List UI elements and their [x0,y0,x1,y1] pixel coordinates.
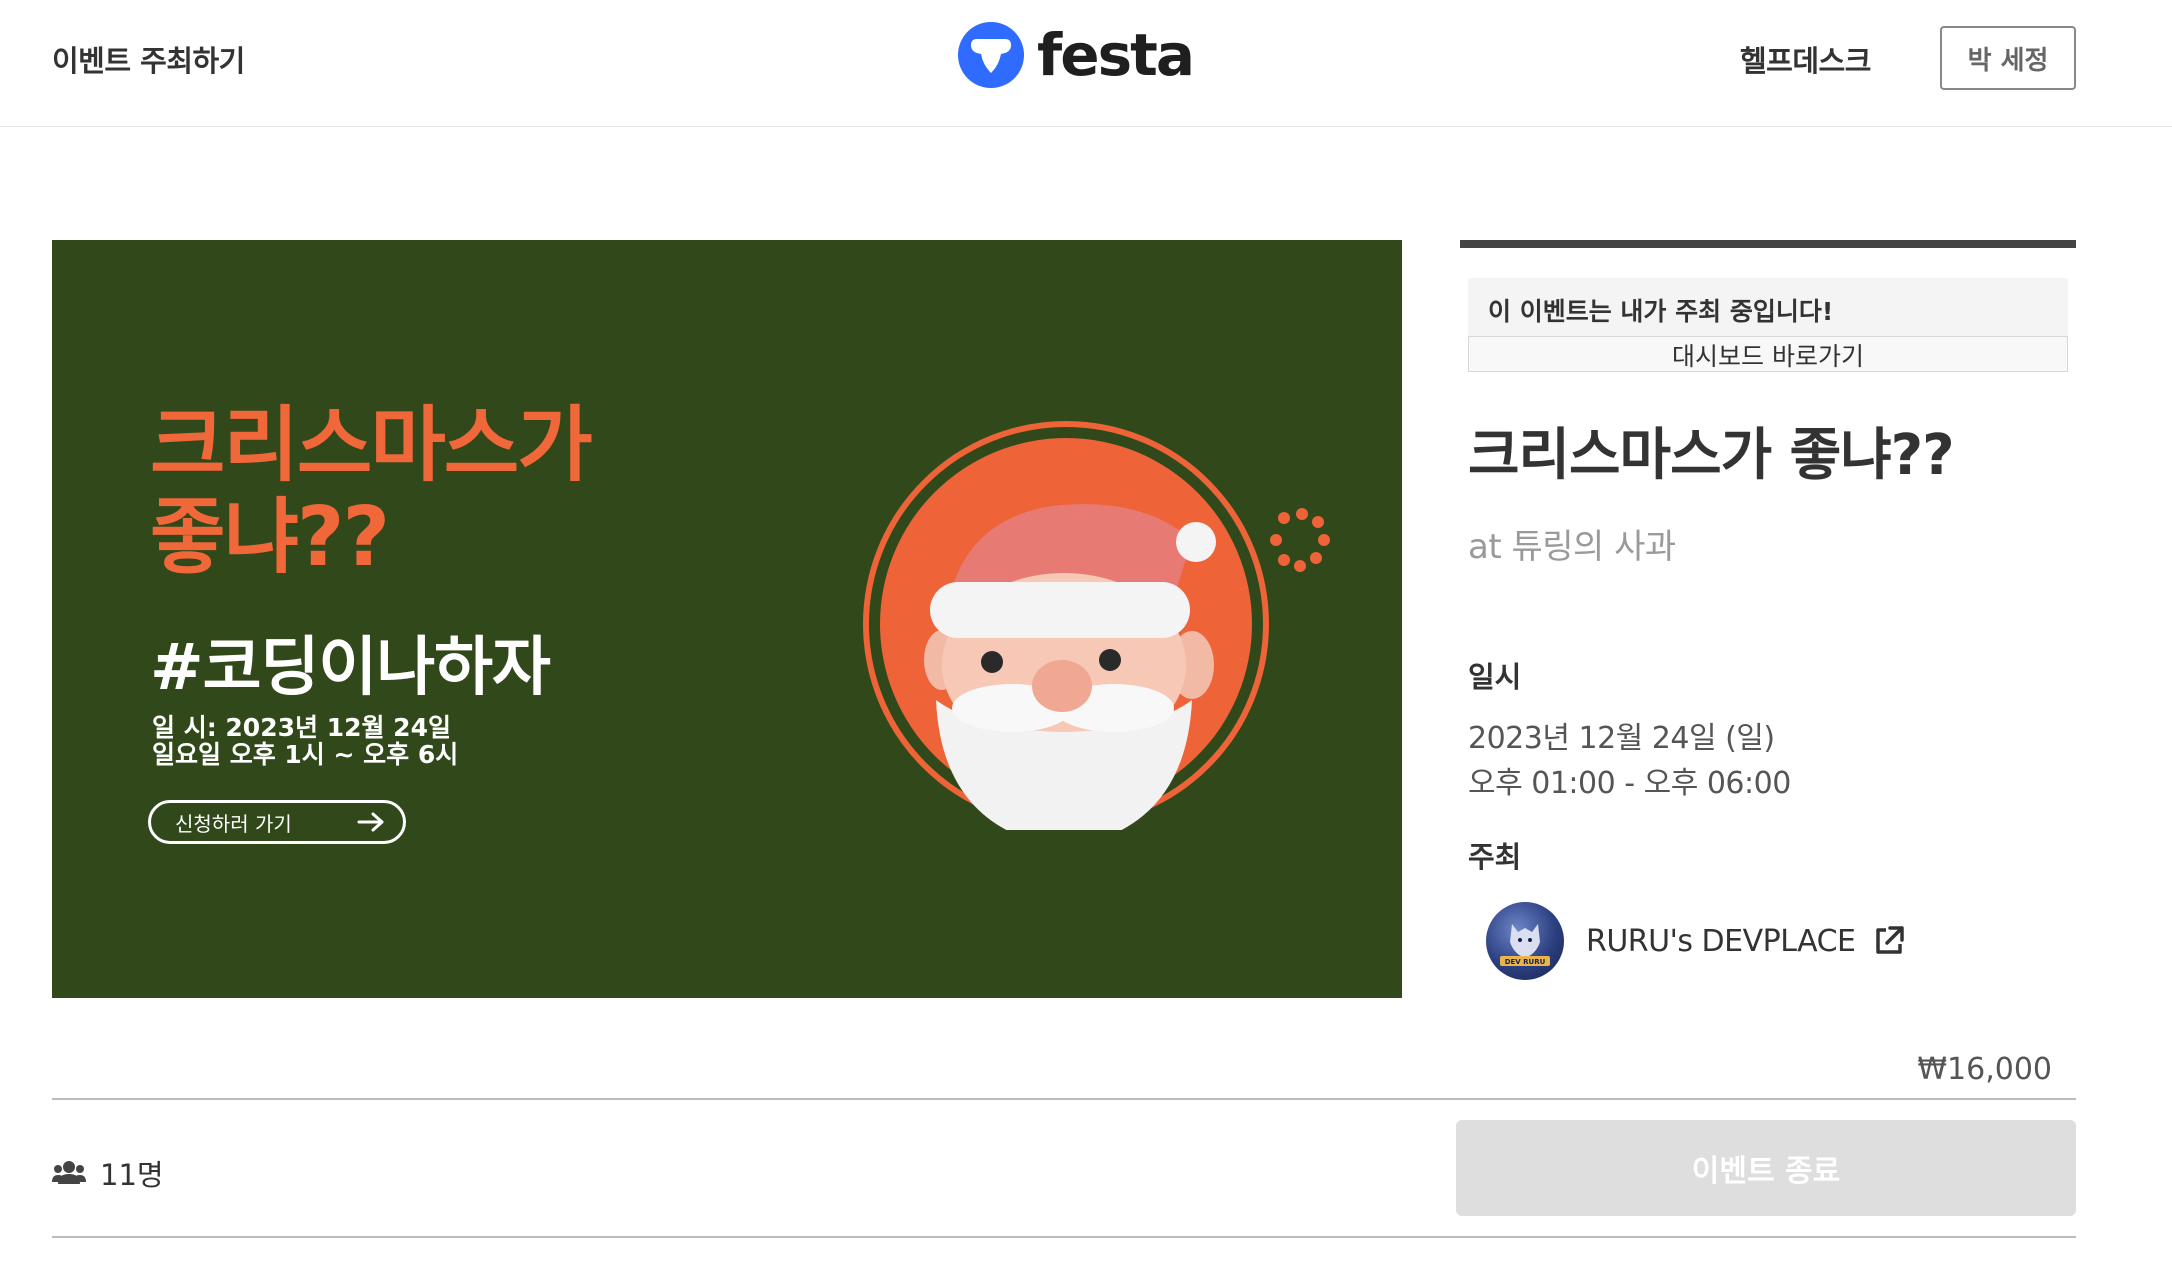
dashboard-button[interactable]: 대시보드 바로가기 [1468,336,2068,372]
host-avatar-image: DEV RURU [1500,924,1550,966]
attendee-count-label: 11명 [100,1158,164,1192]
event-banner: 크리스마스가 좋냐?? #코딩이나하자 일 시: 2023년 12월 24일 일… [52,240,1402,998]
host-notice: 이 이벤트는 내가 주최 중입니다! [1468,278,2068,336]
banner-apply-button: 신청하러 가기 [148,800,406,844]
people-icon [52,1161,86,1184]
host-name[interactable]: RURU's DEVPLACE [1586,924,1856,959]
banner-apply-label: 신청하러 가기 [175,811,292,836]
host-avatar: DEV RURU [1486,902,1564,980]
banner-date: 일 시: 2023년 12월 24일 일요일 오후 1시 ~ 오후 6시 [152,714,458,768]
top-header: 이벤트 주최하기 festa 헬프데스크 박 세정 [0,0,2172,127]
event-title: 크리스마스가 좋냐?? [1468,423,1955,488]
external-link-icon[interactable] [1872,924,1906,958]
date-label: 일시 [1468,660,1522,694]
event-ended-button[interactable]: 이벤트 종료 [1456,1120,2076,1216]
arrow-right-icon [357,812,384,832]
banner-hashtag: #코딩이나하자 [150,631,551,705]
host-avatar-text: DEV RURU [1505,958,1546,966]
banner-date-line: 일 시: 2023년 12월 24일 [152,713,451,742]
attendee-count: 11명 [52,1152,164,1194]
ticket-divider-top [52,1098,2076,1100]
host-profile[interactable]: DEV RURU RURU's DEVPLACE [1486,902,2068,980]
ticket-price: ₩16,000 [1917,1052,2052,1087]
santa-illustration [863,421,1330,830]
host-event-link[interactable]: 이벤트 주최하기 [52,38,245,80]
helpdesk-link[interactable]: 헬프데스크 [1740,38,1871,80]
banner-time-line: 일요일 오후 1시 ~ 오후 6시 [152,740,459,769]
banner-title: 크리스마스가 좋냐?? [150,398,593,585]
event-date: 2023년 12월 24일 (일) [1468,721,1775,756]
user-menu-button[interactable]: 박 세정 [1940,26,2076,90]
logo-wordmark: festa [1037,21,1195,89]
event-info-panel: 이 이벤트는 내가 주최 중입니다! 대시보드 바로가기 크리스마스가 좋냐??… [1460,240,2076,980]
ticket-divider-bottom [52,1236,2076,1238]
host-label: 주최 [1468,840,1522,874]
panel-divider [1460,240,2076,248]
event-venue: at 튜링의 사과 [1468,527,1676,567]
festa-logo[interactable]: festa [957,20,1195,90]
festa-logo-icon [958,22,1024,88]
event-time: 오후 01:00 - 오후 06:00 [1468,766,1791,801]
